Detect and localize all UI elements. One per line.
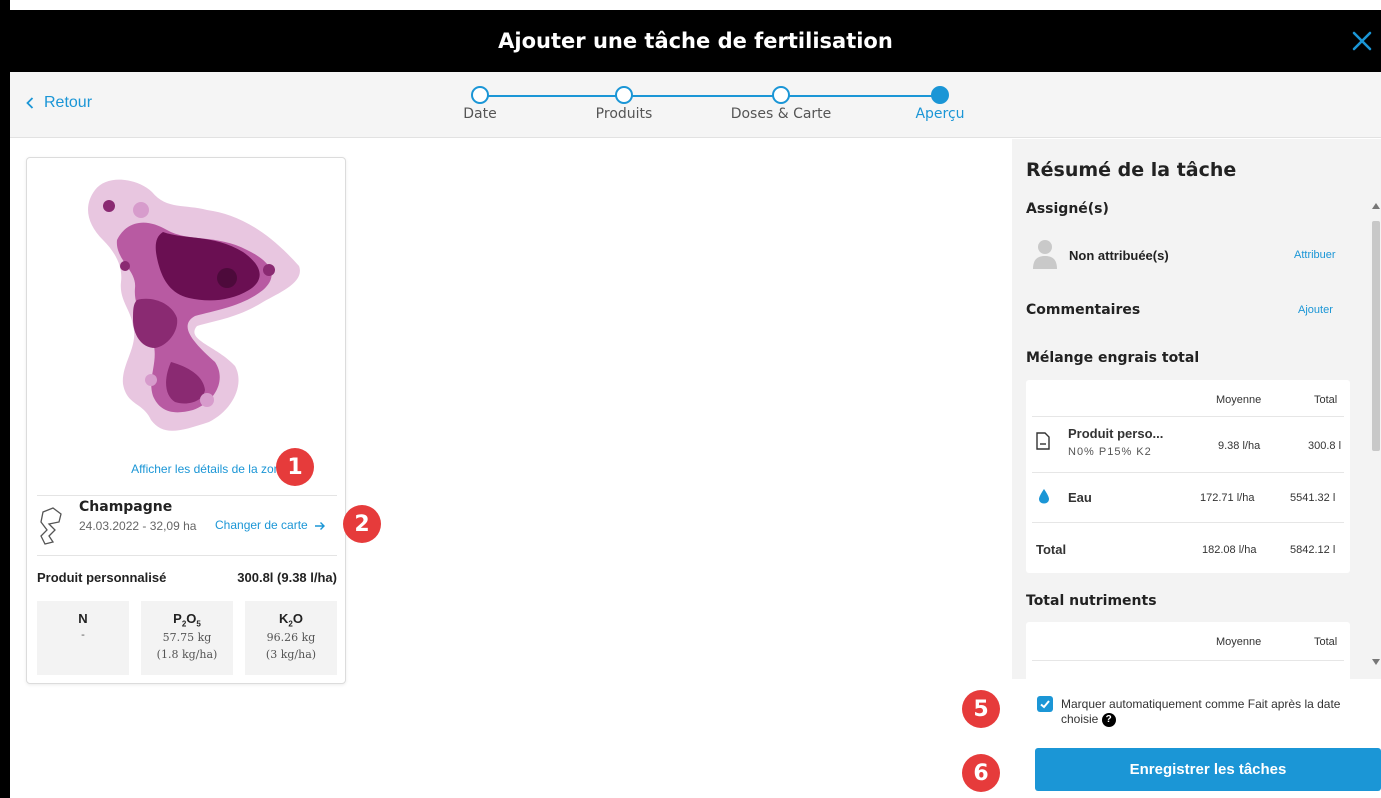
table-divider: [1032, 660, 1344, 661]
mix-table: Moyenne Total Produit perso... N0% P15% …: [1026, 380, 1350, 573]
step-apercu[interactable]: Aperçu: [880, 86, 1000, 122]
mix-heading: Mélange engrais total: [1026, 350, 1200, 366]
back-button[interactable]: Retour: [26, 94, 92, 112]
change-map-link[interactable]: Changer de carte: [215, 518, 326, 532]
step-label: Date: [463, 106, 497, 122]
field-name: Champagne: [79, 499, 173, 515]
nutrient-box-p2o5: P2O5 57.75 kg (1.8 kg/ha): [141, 601, 233, 675]
change-map-label: Changer de carte: [215, 518, 308, 532]
chevron-left-icon: [26, 97, 34, 109]
unassigned-label: Non attribuée(s): [1069, 248, 1169, 263]
step-dot: [615, 86, 633, 104]
summary-scrollbar[interactable]: [1370, 201, 1380, 667]
annotation-badge-1: 1: [276, 448, 314, 486]
zone-details-link[interactable]: Afficher les détails de la zone: [27, 462, 287, 476]
step-label: Doses & Carte: [730, 106, 832, 122]
prescription-map[interactable]: [67, 170, 307, 440]
table-divider: [1032, 472, 1344, 473]
table-divider: [1032, 416, 1344, 417]
scroll-up-icon: [1372, 203, 1380, 209]
col-total: Total: [1314, 636, 1338, 648]
field-info: 24.03.2022 - 32,09 ha: [79, 519, 197, 533]
nutrients-heading: Total nutriments: [1026, 593, 1157, 609]
divider: [37, 495, 337, 496]
product-name: Produit personnalisé: [37, 570, 167, 585]
wizard-stepper: Date Produits Doses & Carte Aperçu: [440, 82, 965, 132]
assign-link[interactable]: Attribuer: [1294, 249, 1336, 261]
table-divider: [1032, 522, 1344, 523]
mix-row-avg: 172.71 l/ha: [1200, 492, 1255, 504]
mix-total-total: 5842.12 l: [1290, 544, 1336, 556]
dialog-title: Ajouter une tâche de fertilisation: [498, 29, 893, 53]
save-tasks-button[interactable]: Enregistrer les tâches: [1035, 748, 1381, 791]
dialog-frame: Ajouter une tâche de fertilisation Retou…: [0, 0, 1381, 798]
comments-heading: Commentaires: [1026, 302, 1141, 318]
scroll-down-icon: [1372, 659, 1380, 665]
step-dot-active: [931, 86, 949, 104]
mix-total-avg: 182.08 l/ha: [1202, 544, 1257, 556]
col-total: Total: [1314, 394, 1338, 406]
step-dot: [471, 86, 489, 104]
assignees-heading: Assigné(s): [1026, 201, 1109, 217]
auto-done-checkbox[interactable]: [1037, 696, 1053, 712]
mix-row-name: Eau: [1068, 490, 1092, 505]
dialog-title-bar: Ajouter une tâche de fertilisation: [10, 10, 1381, 72]
nutrient-name: N: [78, 611, 88, 626]
wizard-nav: Retour Date Produits Doses & Carte Aperç…: [10, 72, 1381, 138]
annotation-badge-2: 2: [343, 505, 381, 543]
nutrient-box-k2o: K2O 96.26 kg (3 kg/ha): [245, 601, 337, 675]
add-comment-link[interactable]: Ajouter: [1298, 304, 1333, 316]
nutrient-box-n: N -: [37, 601, 129, 675]
step-date[interactable]: Date: [420, 86, 540, 122]
annotation-badge-6: 6: [962, 754, 1000, 792]
nutrient-rate: (3 kg/ha): [265, 647, 317, 661]
nutrient-amount: -: [81, 628, 85, 641]
stepper-line: [484, 95, 944, 97]
nutrient-name: K2O: [279, 611, 303, 629]
product-summary-row: Produit personnalisé 300.8l (9.38 l/ha): [37, 570, 337, 585]
auto-done-label: Marquer automatiquement comme Fait après…: [1061, 697, 1341, 727]
summary-title: Résumé de la tâche: [1026, 159, 1237, 181]
close-button[interactable]: [1351, 30, 1377, 56]
top-strip: [10, 0, 1381, 10]
mix-row-total: 300.8 l: [1308, 440, 1342, 452]
water-drop-icon: [1039, 489, 1049, 504]
user-avatar-icon: [1033, 240, 1057, 269]
help-icon[interactable]: ?: [1101, 712, 1116, 727]
field-outline-icon: [40, 507, 62, 545]
mix-row-total: 5541.32 l: [1290, 492, 1336, 504]
step-label: Produits: [595, 106, 653, 122]
col-moyenne: Moyenne: [1216, 394, 1262, 406]
scroll-thumb[interactable]: [1372, 221, 1380, 451]
arrow-right-icon: [315, 521, 326, 530]
close-icon: [1352, 31, 1372, 51]
step-dot: [772, 86, 790, 104]
step-produits[interactable]: Produits: [564, 86, 684, 122]
mix-row-avg: 9.38 l/ha: [1218, 440, 1261, 452]
zone-card: Afficher les détails de la zone Champagn…: [26, 157, 346, 684]
nutrient-amount: 96.26 kg: [266, 630, 316, 644]
nutrients-table: Moyenne Total: [1026, 622, 1350, 679]
step-label: Aperçu: [915, 106, 965, 122]
divider: [37, 555, 337, 556]
task-summary-panel: Résumé de la tâche Assigné(s) Non attrib…: [1012, 139, 1381, 679]
step-doses-carte[interactable]: Doses & Carte: [721, 86, 841, 122]
annotation-badge-5: 5: [962, 690, 1000, 728]
mix-row-name: Produit perso...: [1068, 426, 1164, 441]
mix-total-label: Total: [1036, 542, 1067, 557]
product-amount: 300.8l (9.38 l/ha): [237, 570, 337, 585]
document-icon: [1036, 432, 1050, 450]
checkmark-icon: [1040, 700, 1050, 709]
nutrient-rate: (1.8 kg/ha): [156, 647, 218, 661]
nutrient-name: P2O5: [173, 611, 201, 629]
nutrient-amount: 57.75 kg: [162, 630, 212, 644]
col-moyenne: Moyenne: [1216, 636, 1262, 648]
mix-row-composition: N0% P15% K2: [1068, 446, 1152, 458]
back-label: Retour: [44, 94, 93, 111]
